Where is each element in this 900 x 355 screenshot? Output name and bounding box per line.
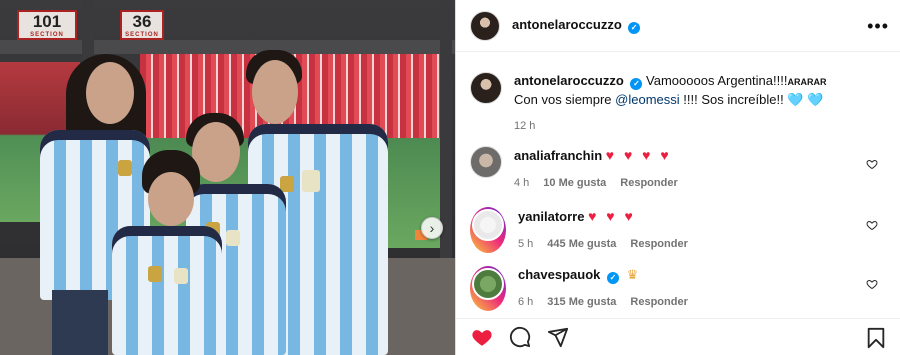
heart-outline-icon[interactable] xyxy=(866,158,878,170)
like-button[interactable] xyxy=(470,325,494,349)
comment-time: 6 h xyxy=(518,296,534,308)
comment-username[interactable]: analiafranchin xyxy=(514,148,602,163)
photo-scene: 101 SECTION 36 SECTION xyxy=(0,0,455,355)
author-username[interactable]: antonelaroccuzzo xyxy=(512,17,622,32)
box-window-frame xyxy=(0,40,455,54)
verified-icon: ✓ xyxy=(607,272,619,284)
comment-button[interactable] xyxy=(508,325,532,349)
comment-item: analiafranchin ♥ ♥ ♥ ♥ 4 h 10 Me gusta R… xyxy=(470,146,890,192)
share-icon xyxy=(547,327,569,348)
avatar[interactable] xyxy=(470,207,506,253)
post-time: 12 h xyxy=(514,120,536,132)
post-header: antonelaroccuzzo ✓ ••• xyxy=(456,0,900,52)
comment-time: 4 h xyxy=(514,177,530,189)
heart-filled-icon xyxy=(472,330,492,346)
verified-icon: ✓ xyxy=(628,22,641,34)
comment-username[interactable]: yanilatorre xyxy=(518,209,584,224)
reply-button[interactable]: Responder xyxy=(630,235,687,253)
comment-username[interactable]: chavespauok xyxy=(518,267,600,282)
crown-icon: ♛ xyxy=(626,267,639,282)
verified-icon: ✓ xyxy=(630,78,643,90)
comment-likes[interactable]: 445 Me gusta xyxy=(547,235,616,253)
share-button[interactable] xyxy=(546,325,570,349)
chevron-right-icon[interactable]: › xyxy=(421,217,443,239)
post-caption: antonelaroccuzzo ✓ Vamooooos Argentina!!… xyxy=(470,72,890,135)
comment-item: yanilatorre ♥ ♥ ♥ 5 h 445 Me gusta Respo… xyxy=(470,207,890,253)
reply-button[interactable]: Responder xyxy=(630,293,687,311)
caption-username[interactable]: antonelaroccuzzo xyxy=(514,73,624,88)
comment-text: ♥ ♥ ♥ xyxy=(588,208,636,224)
avatar[interactable] xyxy=(470,266,506,311)
row-sign: 36 SECTION xyxy=(120,10,164,40)
mention-link[interactable]: @leomessi xyxy=(615,92,680,107)
heart-emoji: 🩵 🩵 xyxy=(787,92,824,107)
comment-text: ♥ ♥ ♥ ♥ xyxy=(605,147,672,163)
bookmark-icon[interactable] xyxy=(865,326,887,350)
avatar[interactable] xyxy=(470,146,502,178)
heart-outline-icon[interactable] xyxy=(866,219,878,231)
caption-text-line2-end: !!!! Sos increíble!! xyxy=(679,92,788,107)
post-details-panel: antonelaroccuzzo ✓ ••• antonelaroccuzzo … xyxy=(455,0,900,355)
heart-outline-icon[interactable] xyxy=(866,278,878,290)
avatar[interactable] xyxy=(470,10,500,41)
reply-button[interactable]: Responder xyxy=(620,174,677,192)
action-bar xyxy=(456,318,900,355)
avatar[interactable] xyxy=(470,72,502,104)
more-horizontal-icon[interactable]: ••• xyxy=(867,16,889,37)
comment-icon xyxy=(509,326,531,348)
comment-likes[interactable]: 315 Me gusta xyxy=(547,293,616,311)
post-photo[interactable]: 101 SECTION 36 SECTION › xyxy=(0,0,455,355)
caption-text-line2: Con vos siempre xyxy=(514,92,616,107)
comment-item: chavespauok ✓ ♛ 6 h 315 Me gusta Respond… xyxy=(470,266,890,311)
section-sign: 101 SECTION xyxy=(17,10,77,40)
comment-likes[interactable]: 10 Me gusta xyxy=(543,174,606,192)
caption-tag: ARARAR xyxy=(787,77,827,87)
caption-text: Vamooooos Argentina!!!! xyxy=(646,73,788,88)
comment-time: 5 h xyxy=(518,238,534,250)
